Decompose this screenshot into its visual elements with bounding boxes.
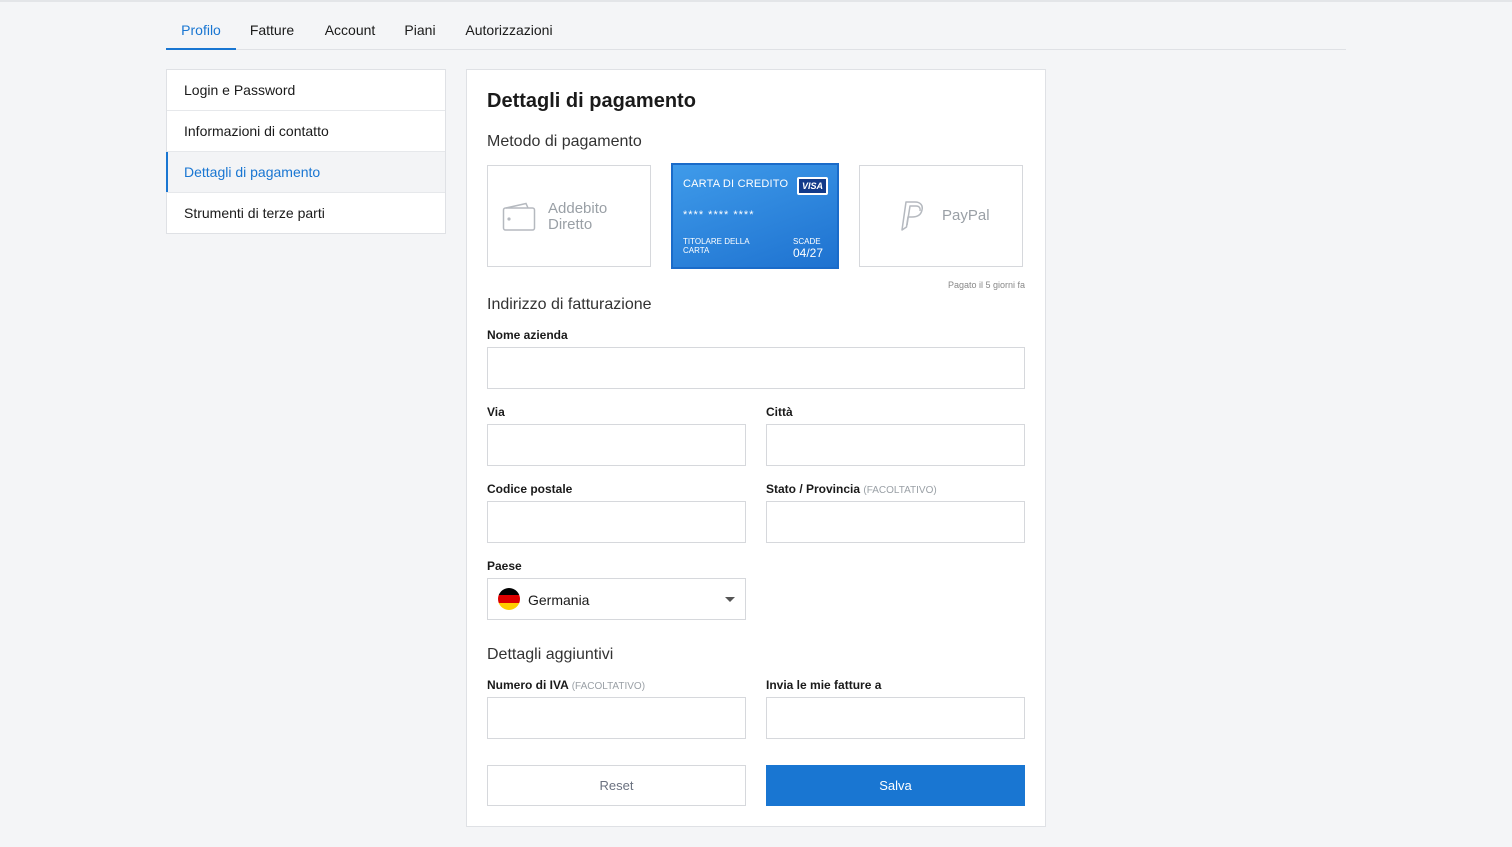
street-label: Via (487, 405, 505, 419)
chevron-down-icon (725, 597, 735, 602)
tab-fatture[interactable]: Fatture (242, 12, 302, 49)
optional-tag: (FACOLTATIVO) (571, 681, 646, 692)
visa-brand-text: VISA (799, 179, 826, 193)
tab-label: Account (324, 22, 376, 38)
country-select-value: Germania (528, 592, 590, 608)
sidebar-item-contact-info[interactable]: Informazioni di contatto (167, 111, 445, 152)
vat-number-label: Numero di IVA (FACOLTATIVO) (487, 678, 645, 692)
payment-details-panel: Dettagli di pagamento Metodo di pagament… (466, 69, 1046, 827)
direct-debit-label: Addebito Diretto (548, 200, 608, 233)
tab-label: Fatture (249, 22, 295, 38)
top-divider (0, 0, 1512, 2)
paypal-label: PayPal (942, 207, 990, 224)
country-label: Paese (487, 559, 522, 573)
invoice-email-label-text: Invia le mie fatture a (766, 678, 882, 692)
city-label-text: Città (766, 405, 793, 419)
card-expiry-label: SCADE (793, 237, 821, 246)
tab-label: Autorizzazioni (465, 22, 553, 38)
company-name-label-text: Nome azienda (487, 328, 568, 342)
visa-logo: VISA (797, 177, 828, 195)
sidebar-item-login-password[interactable]: Login e Password (167, 70, 445, 111)
postal-code-field[interactable] (487, 501, 746, 543)
postal-code-label-text: Codice postale (487, 482, 573, 496)
sidebar-item-label: Strumenti di terze parti (184, 205, 325, 221)
paypal-icon (896, 198, 926, 237)
reset-button[interactable]: Reset (487, 765, 746, 806)
company-name-label: Nome azienda (487, 328, 568, 342)
state-province-input[interactable] (767, 502, 1024, 542)
billing-address-heading: Indirizzo di fatturazione (487, 296, 652, 313)
invoice-email-label: Invia le mie fatture a (766, 678, 881, 692)
invoice-email-input[interactable] (767, 698, 1024, 738)
tab-label: Profilo (181, 22, 221, 38)
tab-account[interactable]: Account (318, 12, 382, 49)
street-input[interactable] (488, 425, 745, 465)
payment-option-direct-debit[interactable]: Addebito Diretto (487, 165, 651, 267)
street-field[interactable] (487, 424, 746, 466)
sidebar-item-label: Informazioni di contatto (184, 123, 329, 139)
tab-autorizzazioni[interactable]: Autorizzazioni (458, 12, 560, 49)
tab-label: Piani (404, 22, 436, 38)
card-number-masked: **** **** **** (683, 209, 755, 221)
vat-number-field[interactable] (487, 697, 746, 739)
payment-status-note: Pagato il 5 giorni fa (947, 280, 1025, 290)
card-holder-label: TITOLARE DELLA CARTA (683, 237, 750, 255)
invoice-email-field[interactable] (766, 697, 1025, 739)
sidebar-item-payment-details[interactable]: Dettagli di pagamento (166, 152, 445, 193)
state-province-label-text: Stato / Provincia (766, 482, 861, 496)
active-tab-indicator (166, 48, 236, 50)
payment-option-credit-card[interactable]: CARTA DI CREDITO VISA **** **** **** TIT… (671, 163, 839, 269)
wallet-icon (502, 202, 536, 237)
vat-number-label-text: Numero di IVA (487, 678, 569, 692)
city-input[interactable] (767, 425, 1024, 465)
country-select[interactable]: Germania (487, 578, 746, 620)
tab-piani[interactable]: Piani (398, 12, 442, 49)
company-name-field[interactable] (487, 347, 1025, 389)
company-name-input[interactable] (488, 348, 1024, 388)
sidebar-item-label: Login e Password (184, 82, 296, 98)
city-field[interactable] (766, 424, 1025, 466)
page-title: Dettagli di pagamento (487, 90, 696, 112)
card-expiry-value: 04/27 (793, 246, 824, 260)
state-province-field[interactable] (766, 501, 1025, 543)
sidebar-item-third-party-tools[interactable]: Strumenti di terze parti (167, 193, 445, 233)
card-type-label: CARTA DI CREDITO (683, 178, 789, 190)
additional-details-heading: Dettagli aggiuntivi (487, 646, 614, 663)
optional-tag: (FACOLTATIVO) (863, 485, 937, 496)
payment-method-heading: Metodo di pagamento (487, 133, 642, 150)
city-label: Città (766, 405, 793, 419)
postal-code-input[interactable] (488, 502, 745, 542)
save-button[interactable]: Salva (766, 765, 1025, 806)
top-tabs: Profilo Fatture Account Piani Autorizzaz… (166, 12, 1346, 50)
street-label-text: Via (487, 405, 505, 419)
settings-sidebar: Login e Password Informazioni di contatt… (166, 69, 446, 234)
tab-profilo[interactable]: Profilo (166, 12, 236, 50)
sidebar-item-label: Dettagli di pagamento (184, 164, 321, 180)
postal-code-label: Codice postale (487, 482, 572, 496)
vat-number-input[interactable] (488, 698, 745, 738)
country-label-text: Paese (487, 559, 522, 573)
payment-option-paypal[interactable]: PayPal (859, 165, 1023, 267)
state-province-label: Stato / Provincia (FACOLTATIVO) (766, 482, 937, 496)
germany-flag-icon (498, 588, 520, 610)
